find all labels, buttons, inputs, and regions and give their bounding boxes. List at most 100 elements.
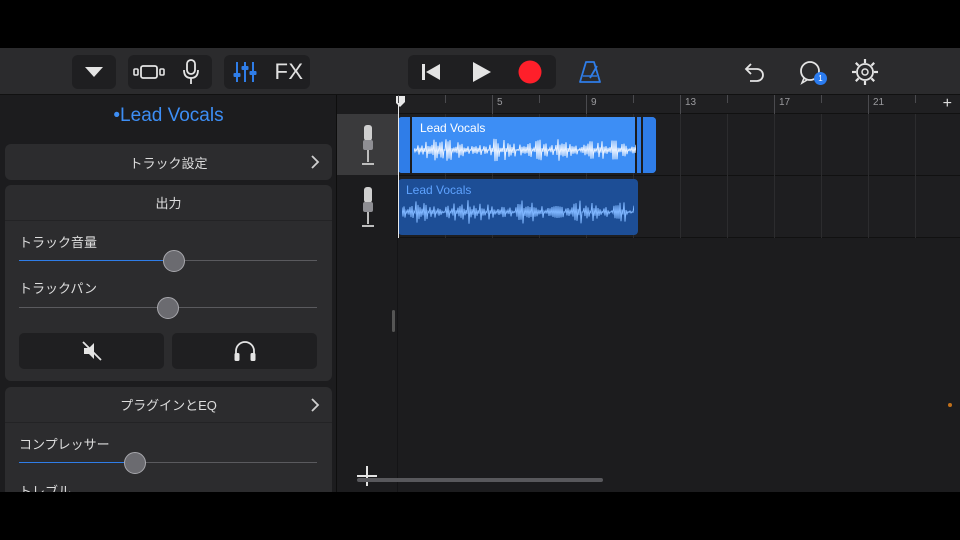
timeline-ruler[interactable]: 5 9 13 17 21 +: [395, 95, 960, 114]
microphone-icon: [183, 59, 199, 84]
settings-gear-icon: [852, 59, 878, 85]
track-header-column: [337, 114, 398, 492]
chevron-right-icon: [311, 398, 320, 412]
waveform-1: [414, 138, 636, 162]
region-left-handle[interactable]: [398, 117, 412, 173]
transport-group: [408, 55, 556, 89]
fx-label: FX: [274, 59, 304, 84]
ruler-tick: [586, 95, 587, 114]
playhead-line: [398, 103, 399, 238]
mixer-controls-icon: [233, 62, 257, 82]
microphone-instrument-icon: [361, 124, 374, 165]
compressor-slider-knob[interactable]: [123, 452, 146, 474]
mixer-fx-group: FX: [224, 55, 310, 89]
track-title[interactable]: •Lead Vocals: [0, 105, 336, 127]
region-right-handle[interactable]: [635, 117, 656, 173]
settings-button[interactable]: [847, 55, 883, 89]
ruler-tick: [774, 95, 775, 114]
undo-icon: [744, 63, 764, 82]
plugins-eq-row[interactable]: プラグインとEQ: [5, 387, 332, 423]
rewind-icon: [422, 64, 440, 80]
fx-button[interactable]: FX: [268, 55, 310, 89]
solo-button[interactable]: [172, 333, 317, 369]
ruler-tick: [868, 95, 869, 114]
track-settings-label: トラック設定: [129, 155, 208, 171]
horizontal-scrollbar[interactable]: [357, 478, 603, 482]
track-header-2[interactable]: [337, 176, 398, 237]
record-button[interactable]: [509, 55, 551, 89]
plugins-eq-label: プラグインとEQ: [120, 398, 217, 413]
headphones-icon: [234, 341, 255, 361]
compressor-slider[interactable]: [19, 452, 317, 474]
ruler-tick: [727, 95, 728, 103]
output-section: 出力 トラック音量 トラックパン: [5, 185, 332, 381]
toolbar: FX 1: [0, 48, 960, 95]
dropdown-triangle-icon: [85, 67, 103, 77]
region-lead-vocals-2[interactable]: Lead Vocals: [398, 179, 638, 235]
metronome-button[interactable]: [572, 55, 608, 89]
record-icon: [518, 60, 542, 84]
track-controls-button[interactable]: [224, 55, 266, 89]
track-inspector: •Lead Vocals トラック設定 出力 トラック音量 トラックパン プラグ…: [0, 95, 337, 492]
bar-number: 17: [779, 97, 791, 108]
ruler-tick: [492, 95, 493, 114]
undo-button[interactable]: [736, 55, 772, 89]
output-heading: 出力: [155, 196, 182, 211]
play-button[interactable]: [460, 55, 502, 89]
loops-button[interactable]: 1: [792, 55, 828, 89]
ruler-tick: [915, 95, 916, 103]
ruler-tick: [821, 95, 822, 103]
play-icon: [473, 62, 491, 82]
bar-number: 5: [497, 97, 503, 108]
region-lead-vocals-1[interactable]: Lead Vocals: [398, 117, 656, 173]
grid-line: [868, 114, 869, 238]
volume-slider-knob[interactable]: [162, 250, 185, 272]
scroll-indicator-dot: [948, 403, 952, 407]
track-lanes: Lead Vocals Lead Vocals: [357, 114, 960, 492]
bar-number: 21: [873, 97, 885, 108]
notification-badge: 1: [814, 72, 827, 85]
view-mic-group: [128, 55, 212, 89]
garageband-screen: FX 1 •Lead Vocals トラック設定 出力 トラック音量 トラックパ…: [0, 48, 960, 492]
waveform-2: [402, 200, 634, 224]
tracks-area: 5 9 13 17 21 + Lead Vocals Lead Vocals: [337, 95, 960, 492]
pan-slider-knob[interactable]: [157, 297, 179, 319]
plus-icon: [357, 466, 377, 486]
pan-slider[interactable]: [19, 297, 317, 319]
bar-number: 13: [685, 97, 697, 108]
grid-line: [774, 114, 775, 238]
volume-label: トラック音量: [19, 235, 98, 250]
ruler-tick: [680, 95, 681, 114]
inspector-resize-handle[interactable]: [392, 310, 395, 332]
grid-line: [915, 114, 916, 238]
track-view-icon: [133, 65, 165, 79]
speaker-mute-icon: [81, 341, 102, 361]
treble-label: トレブル: [19, 484, 72, 492]
plugins-eq-section: プラグインとEQ コンプレッサー トレブル: [5, 387, 332, 492]
ruler-tick: [445, 95, 446, 103]
chevron-right-icon: [311, 155, 320, 169]
browser-toggle-button[interactable]: [72, 55, 116, 89]
add-section-button[interactable]: +: [943, 95, 952, 113]
rewind-button[interactable]: [410, 55, 452, 89]
mute-button[interactable]: [19, 333, 164, 369]
pan-label: トラックパン: [19, 281, 98, 296]
region-name: Lead Vocals: [406, 183, 472, 197]
grid-line: [680, 114, 681, 238]
track-buttons-row: [19, 333, 317, 369]
region-name: Lead Vocals: [420, 121, 486, 135]
track-settings-row[interactable]: トラック設定: [5, 144, 332, 180]
bar-number: 9: [591, 97, 597, 108]
microphone-button[interactable]: [170, 55, 212, 89]
track-header-1[interactable]: [337, 114, 398, 175]
track-view-button[interactable]: [128, 55, 170, 89]
grid-line: [727, 114, 728, 238]
ruler-tick: [633, 95, 634, 103]
metronome-icon: [579, 61, 601, 83]
volume-slider[interactable]: [19, 250, 317, 272]
microphone-instrument-icon: [361, 186, 374, 227]
grid-line: [821, 114, 822, 238]
playhead-marker-icon[interactable]: [395, 95, 407, 109]
compressor-label: コンプレッサー: [19, 437, 110, 452]
ruler-tick: [539, 95, 540, 103]
